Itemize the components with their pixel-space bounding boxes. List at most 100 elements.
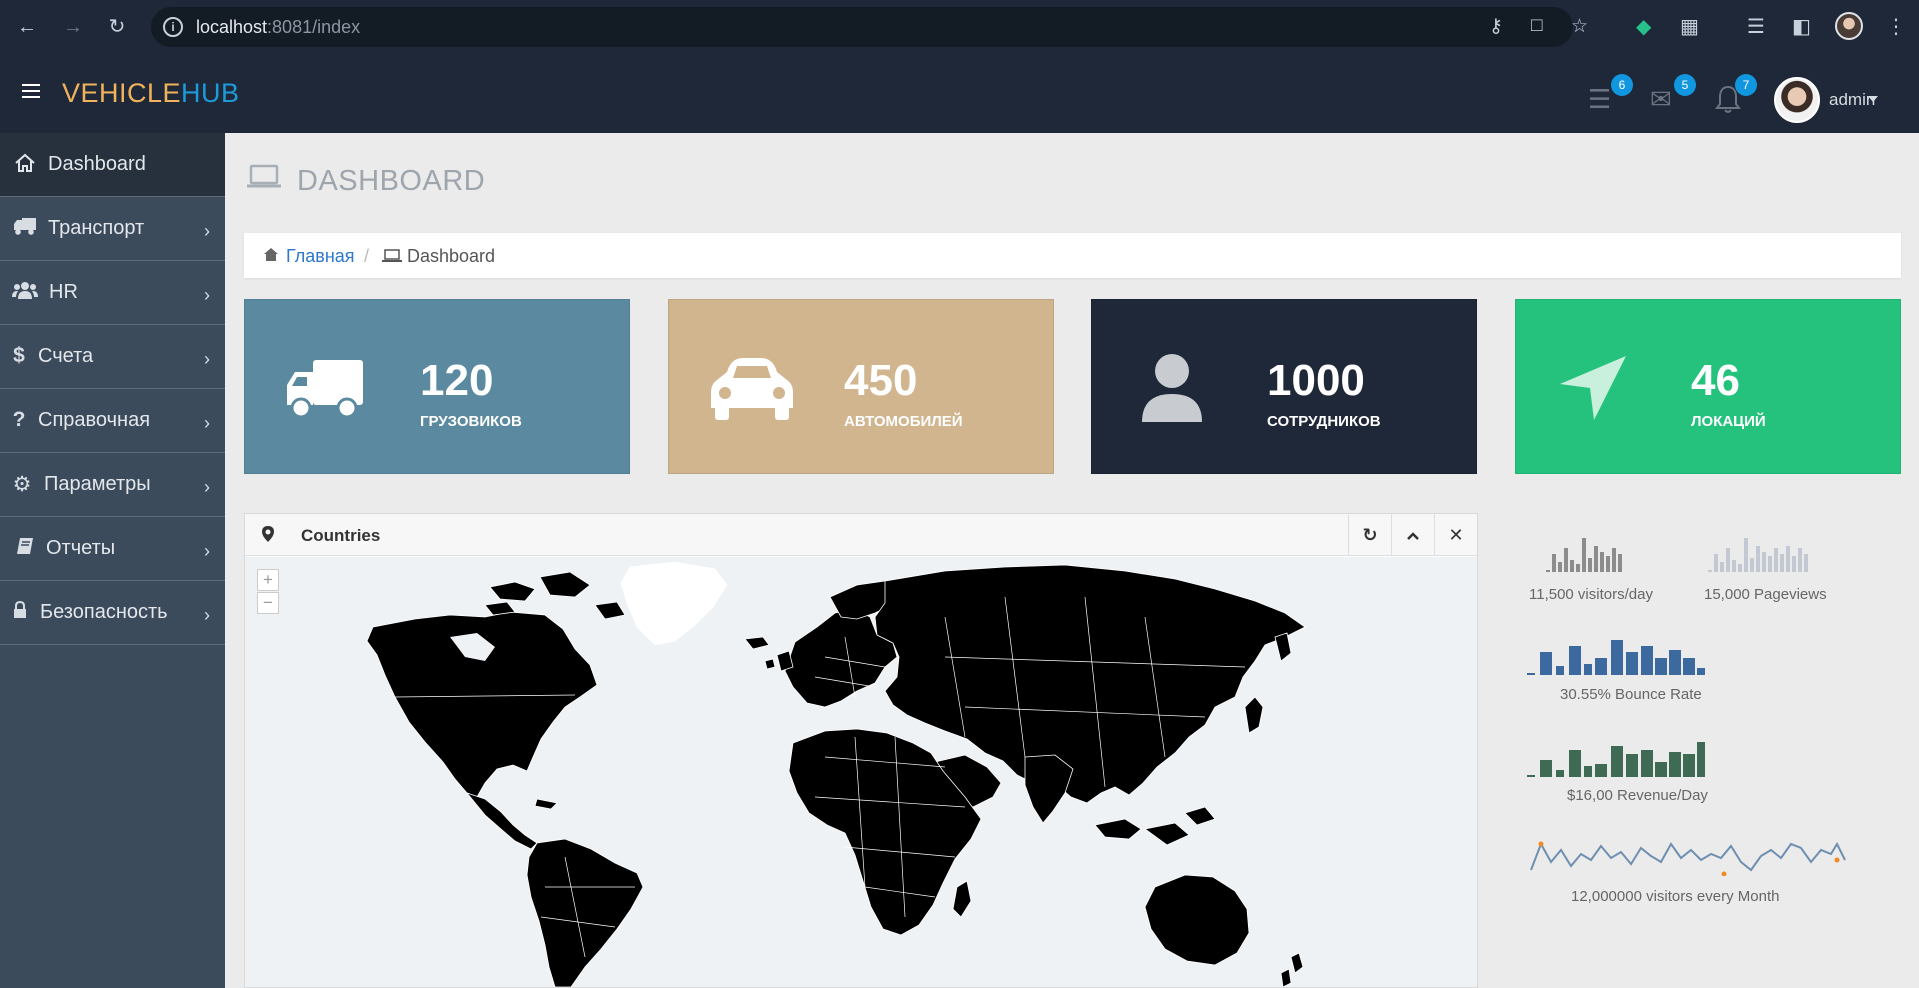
car-icon: [709, 350, 793, 425]
sidebar-item-label: Транспорт: [48, 217, 145, 239]
tasks-icon[interactable]: ☰: [1588, 84, 1611, 115]
revenue-sparkline: [1527, 742, 1705, 777]
close-icon[interactable]: ✕: [1434, 514, 1477, 556]
visitors-sparkline: [1546, 538, 1622, 572]
media-icon[interactable]: ☰: [1747, 14, 1765, 39]
breadcrumb-current: Dashboard: [407, 246, 496, 266]
forward-arrow-icon[interactable]: →: [60, 14, 86, 40]
sidebar-item-reports[interactable]: Отчеты ›: [0, 517, 225, 581]
home-icon: [263, 247, 279, 266]
chevron-right-icon: ›: [204, 605, 210, 625]
pageviews-label: 15,000 Pageviews: [1704, 586, 1827, 603]
sidebar-item-reference[interactable]: ? Справочная ›: [0, 389, 225, 453]
star-icon[interactable]: ☆: [1571, 15, 1588, 38]
laptop-icon: [246, 164, 282, 190]
site-info-icon[interactable]: i: [163, 17, 183, 37]
browser-toolbar: ← → ↻ i localhost:8081/index ⚷ □ ☆ ◆ ▦ ☰…: [0, 0, 1919, 54]
lock-icon: [7, 600, 33, 626]
stat-value: 120: [420, 356, 494, 405]
breadcrumb-home-link[interactable]: Главная: [286, 246, 355, 267]
hamburger-menu-icon[interactable]: [22, 84, 40, 98]
chevron-right-icon: ›: [204, 221, 210, 241]
stat-tile-employees[interactable]: 1000 СОТРУДНИКОВ: [1091, 299, 1477, 474]
logo-vehicle: VEHICLE: [62, 78, 182, 108]
collapse-chevron-icon[interactable]: [1391, 514, 1434, 556]
home-icon: [12, 152, 38, 180]
sidebar-item-label: Счета: [38, 345, 94, 367]
sidebar-item-dashboard[interactable]: Dashboard: [0, 133, 225, 197]
sidebar-item-label: HR: [49, 281, 78, 303]
dollar-icon: $: [13, 344, 25, 367]
breadcrumb: Главная / Dashboard: [244, 233, 1901, 278]
truck-icon: [12, 216, 38, 242]
sidebar-item-label: Безопасность: [40, 601, 168, 623]
world-map-shapes: [366, 561, 1306, 987]
logo-hub: HUB: [181, 78, 240, 108]
side-panel-icon[interactable]: ◧: [1792, 14, 1811, 39]
users-icon: [12, 280, 38, 306]
user-icon: [1132, 350, 1212, 425]
book-icon: [12, 536, 38, 562]
zoom-out-button[interactable]: −: [257, 592, 279, 614]
chevron-right-icon: ›: [204, 541, 210, 561]
extensions-icon[interactable]: ▦: [1680, 14, 1699, 39]
sidebar-item-transport[interactable]: Транспорт ›: [0, 197, 225, 261]
stat-label: ЛОКАЦИЙ: [1691, 413, 1766, 430]
messages-badge: 5: [1674, 74, 1696, 96]
browser-menu-icon[interactable]: ⋮: [1886, 14, 1906, 39]
refresh-icon[interactable]: ↻: [1348, 514, 1391, 556]
sidebar-item-label: Параметры: [44, 473, 151, 495]
key-icon[interactable]: ⚷: [1489, 15, 1503, 38]
stat-label: АВТОМОБИЛЕЙ: [844, 413, 963, 430]
stat-label: СОТРУДНИКОВ: [1267, 413, 1381, 430]
sidebar: Dashboard Транспорт › HR › $ Счета › ? С…: [0, 133, 225, 988]
stat-tile-trucks[interactable]: 120 ГРУЗОВИКОВ: [244, 299, 630, 474]
page-title: DASHBOARD: [297, 165, 486, 197]
user-avatar[interactable]: [1774, 77, 1820, 123]
stat-tile-locations[interactable]: 46 ЛОКАЦИЙ: [1515, 299, 1901, 474]
address-bar[interactable]: i localhost:8081/index ⚷ □ ☆: [151, 7, 1588, 47]
pageviews-sparkline: [1708, 538, 1808, 572]
countries-widget: Countries ↻ ✕ + −: [244, 513, 1478, 988]
back-arrow-icon[interactable]: ←: [14, 14, 40, 40]
reload-icon[interactable]: ↻: [104, 14, 130, 40]
widget-title: Countries: [301, 526, 381, 545]
sidebar-item-accounts[interactable]: $ Счета ›: [0, 325, 225, 389]
browser-profile-avatar[interactable]: [1835, 12, 1863, 40]
sidebar-item-security[interactable]: Безопасность ›: [0, 581, 225, 645]
user-dropdown-caret-icon[interactable]: [1868, 96, 1878, 102]
visitors-label: 11,500 visitors/day: [1529, 586, 1653, 603]
translate-icon[interactable]: □: [1531, 15, 1542, 37]
breadcrumb-separator: /: [364, 246, 370, 266]
tasks-badge: 6: [1611, 74, 1633, 96]
sidebar-item-parameters[interactable]: ⚙ Параметры ›: [0, 453, 225, 517]
sidebar-item-hr[interactable]: HR ›: [0, 261, 225, 325]
gear-icon: ⚙: [12, 473, 32, 496]
monthly-visitors-label: 12,000000 visitors every Month: [1571, 888, 1780, 905]
shield-extension-icon[interactable]: ◆: [1636, 14, 1651, 39]
notifications-badge: 7: [1735, 74, 1757, 96]
stat-value: 1000: [1267, 356, 1365, 405]
map-marker-icon: [261, 525, 275, 543]
chevron-right-icon: ›: [204, 477, 210, 497]
question-icon: ?: [12, 408, 26, 431]
world-map[interactable]: + −: [245, 557, 1477, 987]
bounce-rate-sparkline: [1527, 640, 1705, 675]
laptop-icon: [382, 249, 402, 262]
stat-tile-cars[interactable]: 450 АВТОМОБИЛЕЙ: [668, 299, 1054, 474]
sidebar-item-label: Отчеты: [46, 537, 116, 559]
monthly-visitors-sparkline: [1530, 841, 1846, 876]
sidebar-item-label: Dashboard: [48, 153, 146, 175]
bounce-rate-label: 30.55% Bounce Rate: [1560, 686, 1702, 703]
stat-value: 46: [1691, 356, 1740, 405]
sidebar-item-label: Справочная: [38, 409, 151, 431]
zoom-in-button[interactable]: +: [257, 569, 279, 591]
url-host: localhost: [196, 17, 268, 37]
url-text[interactable]: localhost:8081/index: [196, 17, 360, 38]
app-logo[interactable]: VEHICLEHUB: [62, 78, 240, 109]
chevron-right-icon: ›: [204, 349, 210, 369]
envelope-icon[interactable]: ✉: [1650, 84, 1672, 115]
chevron-right-icon: ›: [204, 285, 210, 305]
chevron-right-icon: ›: [204, 413, 210, 433]
widget-header: Countries ↻ ✕: [245, 514, 1477, 556]
